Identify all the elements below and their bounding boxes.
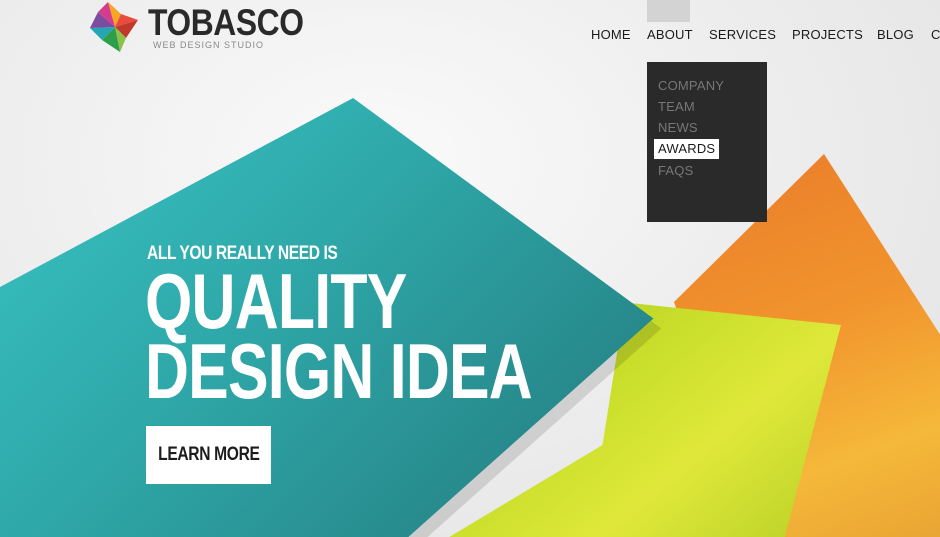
dropdown-item-company[interactable]: COMPANY <box>658 78 724 94</box>
nav-hover-indicator <box>647 0 690 22</box>
dropdown-item-news[interactable]: NEWS <box>658 120 698 136</box>
dropdown-item-awards[interactable]: AWARDS <box>654 139 720 159</box>
nav-item-projects[interactable]: PROJECTS <box>792 27 863 42</box>
learn-more-label: LEARN MORE <box>157 444 260 465</box>
about-dropdown-menu: COMPANY TEAM NEWS AWARDS FAQS <box>647 62 767 222</box>
page: TOBASCO WEB DESIGN STUDIO HOME ABOUT SER… <box>0 0 940 537</box>
learn-more-button[interactable]: LEARN MORE <box>146 426 271 484</box>
nav-item-services[interactable]: SERVICES <box>709 27 776 42</box>
nav-item-contact[interactable]: C <box>931 27 940 42</box>
pinwheel-star-logo-icon <box>90 2 138 52</box>
brand-name: TOBASCO <box>148 2 304 43</box>
dropdown-item-team[interactable]: TEAM <box>658 99 695 115</box>
brand-tagline: WEB DESIGN STUDIO <box>153 40 265 50</box>
hero-headline-line2: DESIGN IDEA <box>145 327 533 415</box>
nav-item-about[interactable]: ABOUT <box>647 27 693 42</box>
dropdown-item-faqs[interactable]: FAQS <box>658 163 693 179</box>
logo[interactable]: TOBASCO WEB DESIGN STUDIO <box>88 0 304 54</box>
nav-item-home[interactable]: HOME <box>591 27 631 42</box>
nav-item-blog[interactable]: BLOG <box>877 27 914 42</box>
